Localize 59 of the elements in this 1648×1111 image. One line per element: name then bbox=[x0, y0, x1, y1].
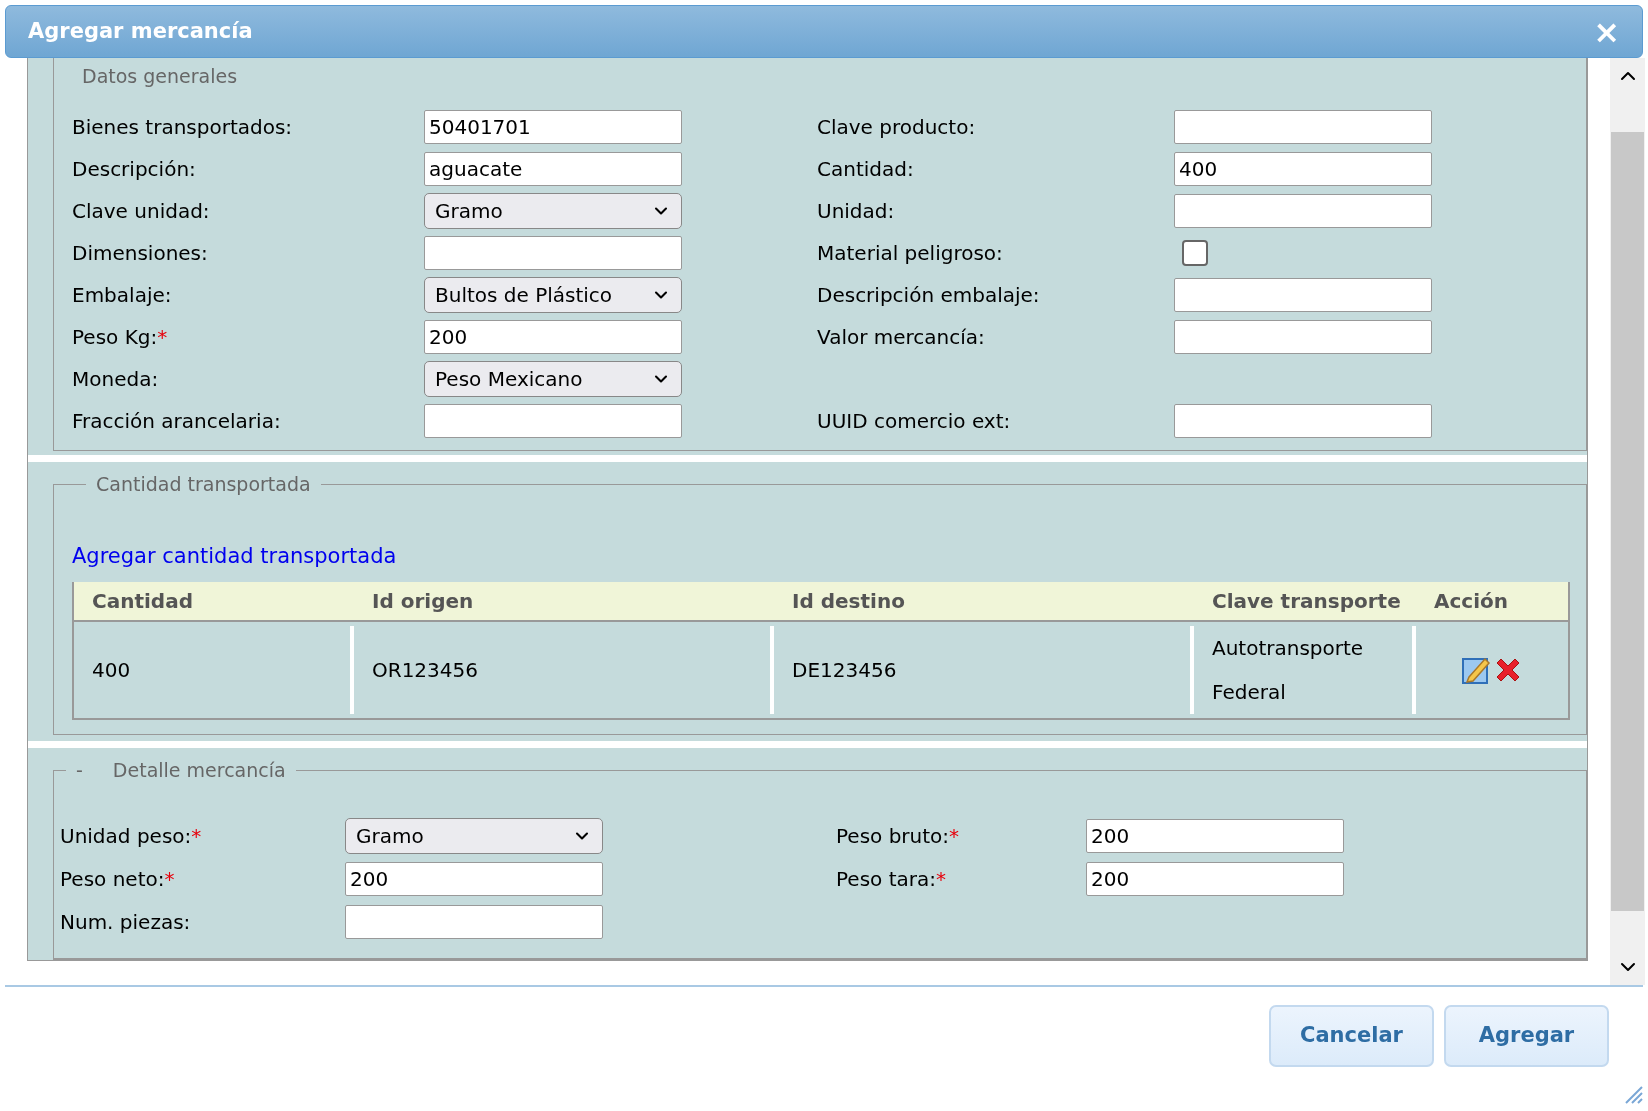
checkbox[interactable] bbox=[1182, 240, 1208, 266]
dropdown[interactable]: Gramo bbox=[424, 193, 682, 229]
text-field[interactable] bbox=[1174, 320, 1432, 354]
section-legend: Cantidad transportada bbox=[96, 473, 311, 495]
field-label: Dimensiones: bbox=[72, 240, 208, 267]
field-label: Descripción: bbox=[72, 156, 196, 183]
text-field[interactable]: 200 bbox=[1086, 862, 1344, 896]
text-field[interactable] bbox=[1174, 110, 1432, 144]
field-label: Embalaje: bbox=[72, 282, 172, 309]
text-field[interactable]: 200 bbox=[424, 320, 682, 354]
column-header: Cantidad bbox=[91, 588, 194, 615]
field-label: Cantidad: bbox=[817, 156, 914, 183]
collapse-toggle[interactable]: - bbox=[76, 756, 83, 785]
table-cell: Autotransporte Federal bbox=[1194, 626, 1416, 714]
text-field[interactable]: 400 bbox=[1174, 152, 1432, 186]
field-label: Clave producto: bbox=[817, 114, 976, 141]
field-label: Fracción arancelaria: bbox=[72, 408, 281, 435]
field-label: Unidad peso:* bbox=[60, 823, 202, 850]
field-label: Descripción embalaje: bbox=[817, 282, 1040, 309]
dialog-button[interactable]: Cancelar bbox=[1269, 1005, 1434, 1067]
field-label: Peso bruto:* bbox=[836, 823, 960, 850]
text-field[interactable] bbox=[1174, 194, 1432, 228]
dropdown[interactable]: Gramo bbox=[345, 818, 603, 854]
text-field[interactable] bbox=[424, 236, 682, 270]
column-header: Id origen bbox=[371, 588, 475, 615]
field-label: Valor mercancía: bbox=[817, 324, 985, 351]
dialog-title: Agregar mercancía bbox=[28, 17, 253, 45]
dialog-button[interactable]: Agregar bbox=[1444, 1005, 1609, 1067]
text-field[interactable] bbox=[345, 905, 603, 939]
text-field[interactable]: 50401701 bbox=[424, 110, 682, 144]
text-field[interactable] bbox=[424, 404, 682, 438]
dropdown[interactable]: Peso Mexicano bbox=[424, 361, 682, 397]
table-cell: 400 bbox=[74, 626, 354, 714]
section-legend: Datos generales bbox=[82, 58, 1576, 106]
text-field[interactable] bbox=[1174, 278, 1432, 312]
field-label: Peso tara:* bbox=[836, 866, 946, 893]
field-label: Clave unidad: bbox=[72, 198, 210, 225]
section-legend: Detalle mercancía bbox=[112, 756, 286, 785]
field-label: Num. piezas: bbox=[60, 909, 191, 936]
field-label: UUID comercio ext: bbox=[817, 408, 1011, 435]
field-label: Unidad: bbox=[817, 198, 895, 225]
column-header: Clave transporte bbox=[1211, 588, 1402, 615]
field-label: Material peligroso: bbox=[817, 240, 1003, 267]
column-header: Acción bbox=[1433, 588, 1510, 615]
field-label: Peso neto:* bbox=[60, 866, 175, 893]
text-field[interactable]: 200 bbox=[345, 862, 603, 896]
table-cell: DE123456 bbox=[774, 626, 1194, 714]
edit-icon[interactable] bbox=[1461, 655, 1491, 685]
scrollbar[interactable] bbox=[1610, 58, 1645, 985]
add-link[interactable]: Agregar cantidad transportada bbox=[72, 540, 1570, 572]
field-label: Moneda: bbox=[72, 366, 159, 393]
text-field[interactable]: aguacate bbox=[424, 152, 682, 186]
column-header: Id destino bbox=[791, 588, 906, 615]
text-field[interactable] bbox=[1174, 404, 1432, 438]
field-label: Peso Kg:* bbox=[72, 324, 168, 351]
text-field[interactable]: 200 bbox=[1086, 819, 1344, 853]
dropdown[interactable]: Bultos de Plástico bbox=[424, 277, 682, 313]
table-cell: OR123456 bbox=[354, 626, 774, 714]
field-label: Bienes transportados: bbox=[72, 114, 293, 141]
